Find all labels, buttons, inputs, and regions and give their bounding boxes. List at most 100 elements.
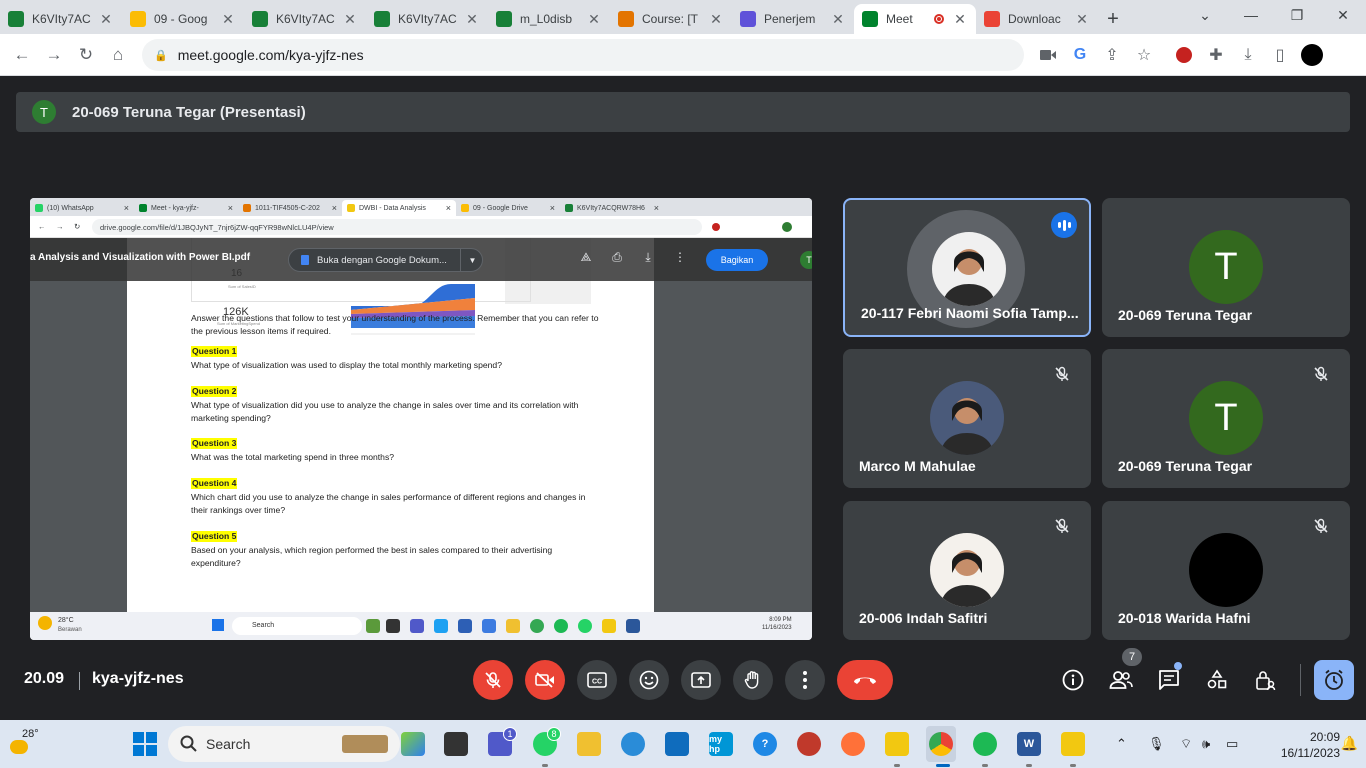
browser-tab[interactable]: 09 - Goog ✕ <box>122 4 244 34</box>
sidepanel-icon[interactable]: ▯ <box>1264 39 1296 71</box>
tray-chevron-icon[interactable]: ⌃ <box>1116 736 1127 752</box>
print-icon: ⎙ <box>612 250 622 264</box>
close-tab-icon[interactable]: ✕ <box>220 11 236 28</box>
extension-red-icon[interactable] <box>1168 39 1200 71</box>
meeting-info-button[interactable] <box>1061 668 1085 692</box>
close-tab-icon[interactable]: ✕ <box>708 11 724 28</box>
camera-off-button[interactable] <box>525 660 565 700</box>
app-icon-myhp[interactable]: my hp <box>709 732 733 756</box>
people-button[interactable] <box>1109 668 1133 692</box>
browser-tab[interactable]: Penerjem ✕ <box>732 4 854 34</box>
participant-tile[interactable]: Marco M Mahulae <box>843 349 1091 488</box>
participant-avatar: T <box>1189 381 1263 455</box>
info-icon <box>1062 669 1084 691</box>
meeting-code: kya-yjfz-nes <box>92 670 184 687</box>
shared-tab: 1011-TIF4505-C-202 × <box>238 200 342 216</box>
leave-call-button[interactable] <box>837 660 893 700</box>
close-tab-icon[interactable]: ✕ <box>464 11 480 28</box>
address-bar[interactable]: 🔒 meet.google.com/kya-yjfz-nes <box>142 39 1024 71</box>
weather-widget[interactable]: 28° <box>8 728 39 758</box>
shared-tab-close-icon: × <box>445 203 451 213</box>
google-icon[interactable]: G <box>1064 39 1096 71</box>
timer-button[interactable] <box>1314 660 1354 700</box>
close-tab-icon[interactable]: ✕ <box>830 11 846 28</box>
close-tab-icon[interactable]: ✕ <box>1074 11 1090 28</box>
shared-tab-favicon-icon <box>243 204 251 212</box>
shared-tab-close-icon: × <box>549 203 555 213</box>
participant-tile[interactable]: T 20-069 Teruna Tegar <box>1102 349 1350 488</box>
volume-icon[interactable]: 🕪 <box>1202 736 1210 752</box>
taskbar-search[interactable]: Search <box>168 726 400 762</box>
browser-tab[interactable]: Downloac ✕ <box>976 4 1098 34</box>
browser-tab[interactable]: Meet ✕ <box>854 4 976 34</box>
chat-button[interactable] <box>1157 668 1181 692</box>
minimize-button[interactable]: — <box>1228 0 1274 30</box>
download-icon[interactable]: ⤓ <box>1232 39 1264 71</box>
close-tab-icon[interactable]: ✕ <box>342 11 358 28</box>
app-icon-powerbi-2[interactable] <box>1061 732 1085 756</box>
notification-bell-icon[interactable]: 🔔 <box>1341 735 1358 752</box>
profile-avatar[interactable] <box>1296 39 1328 71</box>
app-icon-copilot[interactable] <box>401 732 425 756</box>
participant-tile[interactable]: 20-006 Indah Safitri <box>843 501 1091 640</box>
browser-tab[interactable]: K6VIty7AC ✕ <box>244 4 366 34</box>
app-icon-help[interactable]: ? <box>753 732 777 756</box>
shared-url: drive.google.com/file/d/1JBQJyNT_7njr6jZ… <box>92 219 702 235</box>
reload-icon[interactable]: ↻ <box>70 39 102 71</box>
shared-app-icon <box>602 619 616 633</box>
tab-favicon-icon <box>862 11 878 27</box>
battery-icon[interactable]: ▭ <box>1226 736 1238 752</box>
muted-mic-icon <box>1308 513 1334 539</box>
question-label: Question 4 <box>191 478 238 489</box>
home-icon[interactable]: ⌂ <box>102 39 134 71</box>
system-clock[interactable]: 20:09 16/11/2023 <box>1281 729 1340 761</box>
maximize-button[interactable]: ❐ <box>1274 0 1320 30</box>
present-screen-button[interactable] <box>681 660 721 700</box>
share-icon[interactable]: ⇪ <box>1096 39 1128 71</box>
participant-tile[interactable]: 20-117 Febri Naomi Sofia Tamp... <box>843 198 1091 337</box>
app-icon-edge[interactable] <box>621 732 645 756</box>
wifi-icon[interactable]: ⌔ <box>1180 736 1192 752</box>
browser-tab[interactable]: K6VIty7AC ✕ <box>366 4 488 34</box>
app-icon-firefox[interactable] <box>841 732 865 756</box>
close-tab-icon[interactable]: ✕ <box>952 11 968 28</box>
tab-search-chevron-icon[interactable]: ⌄ <box>1182 0 1228 30</box>
participant-tile[interactable]: T 20-069 Teruna Tegar <box>1102 198 1350 337</box>
app-icon-store[interactable] <box>665 732 689 756</box>
app-icon-terminal[interactable] <box>444 732 468 756</box>
participant-tile[interactable]: 20-018 Warida Hafni <box>1102 501 1350 640</box>
captions-button[interactable]: CC <box>577 660 617 700</box>
more-options-button[interactable] <box>785 660 825 700</box>
emoji-button[interactable] <box>629 660 669 700</box>
back-icon[interactable]: ← <box>6 39 38 71</box>
host-controls-button[interactable] <box>1253 668 1277 692</box>
forward-icon[interactable]: → <box>38 39 70 71</box>
close-tab-icon[interactable]: ✕ <box>98 11 114 28</box>
lock-icon: 🔒 <box>154 49 168 62</box>
activities-button[interactable] <box>1205 668 1229 692</box>
tray-mic-icon[interactable]: 🎙 <box>1148 736 1165 752</box>
shared-app-icon <box>578 619 592 633</box>
app-icon-word[interactable]: W <box>1017 732 1041 756</box>
tab-favicon-icon <box>984 11 1000 27</box>
app-icon-chrome[interactable] <box>929 732 953 756</box>
camera-icon[interactable] <box>1032 39 1064 71</box>
new-tab-button[interactable]: + <box>1098 4 1128 34</box>
app-icon-spotify[interactable] <box>973 732 997 756</box>
mic-off-button[interactable] <box>473 660 513 700</box>
browser-tab-strip: K6VIty7AC ✕ 09 - Goog ✕ K6VIty7AC ✕ K6VIty7AC ✕… <box>0 0 1366 34</box>
windows-logo-icon <box>133 732 157 756</box>
app-icon-powerbi[interactable] <box>885 732 909 756</box>
divider <box>1300 664 1301 696</box>
bookmark-star-icon[interactable]: ☆ <box>1128 39 1160 71</box>
app-icon-game[interactable] <box>797 732 821 756</box>
raise-hand-button[interactable] <box>733 660 773 700</box>
browser-tab[interactable]: Course: [T ✕ <box>610 4 732 34</box>
start-button[interactable] <box>133 732 157 761</box>
browser-tab[interactable]: m_L0disb ✕ <box>488 4 610 34</box>
close-tab-icon[interactable]: ✕ <box>586 11 602 28</box>
close-window-button[interactable]: ✕ <box>1320 0 1366 30</box>
puzzle-icon[interactable]: ✚ <box>1200 39 1232 71</box>
browser-tab[interactable]: K6VIty7AC ✕ <box>0 4 122 34</box>
app-icon-file-explorer[interactable] <box>577 732 601 756</box>
